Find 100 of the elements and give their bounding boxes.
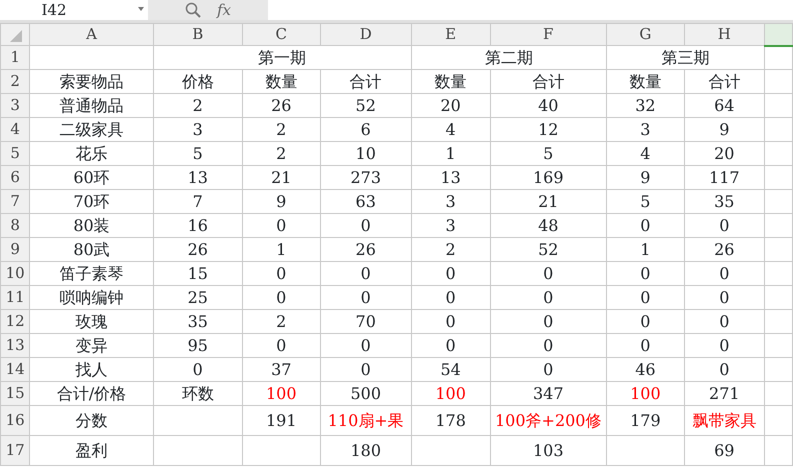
table-cell: 唢呐编钟 (30, 286, 154, 310)
table-cell: 26 (320, 238, 412, 262)
row-header[interactable]: 5 (0, 142, 30, 166)
column-header[interactable]: A (30, 24, 154, 46)
column-header[interactable]: E (411, 24, 490, 46)
table-cell: 2 (242, 142, 320, 166)
table-cell: 0 (320, 358, 412, 382)
table-cell: 0 (490, 334, 606, 358)
table-cell: 52 (320, 94, 412, 118)
zoom-icon[interactable] (184, 2, 201, 18)
table-cell: 20 (684, 142, 764, 166)
table-cell: 95 (153, 334, 242, 358)
table-cell: 2 (242, 310, 320, 334)
table-cell: 4 (606, 142, 684, 166)
table-cell: 索要物品 (30, 70, 154, 94)
table-cell: 52 (490, 238, 606, 262)
table-cell: 0 (684, 286, 764, 310)
table-cell: 0 (153, 358, 242, 382)
table-cell: 0 (684, 310, 764, 334)
caret-icon (138, 7, 144, 11)
row-header[interactable]: 11 (0, 286, 30, 310)
table-cell: 0 (242, 214, 320, 238)
row-header[interactable]: 8 (0, 214, 30, 238)
table-cell: 100 (411, 382, 490, 406)
table-cell: 273 (320, 166, 412, 190)
row-header[interactable]: 2 (0, 70, 30, 94)
table-cell: 0 (684, 214, 764, 238)
table-cell: 21 (490, 190, 606, 214)
table-cell: 100 (242, 382, 320, 406)
row-header[interactable]: 15 (0, 382, 30, 406)
table-cell: 271 (684, 382, 764, 406)
row-header[interactable]: 10 (0, 262, 30, 286)
table-cell: 100斧+200修 (490, 406, 606, 436)
row-header[interactable]: 3 (0, 94, 30, 118)
table-cell: 0 (411, 310, 490, 334)
table-cell: 找人 (30, 358, 154, 382)
table-cell: 48 (490, 214, 606, 238)
table-cell: 13 (411, 166, 490, 190)
table-cell: 103 (490, 436, 606, 466)
row-header[interactable]: 12 (0, 310, 30, 334)
row-header[interactable]: 7 (0, 190, 30, 214)
table-cell: 0 (684, 358, 764, 382)
column-header[interactable]: H (684, 24, 764, 46)
table-cell: 1 (411, 142, 490, 166)
row-header[interactable]: 14 (0, 358, 30, 382)
table-cell: 玫瑰 (30, 310, 154, 334)
row-header[interactable]: 16 (0, 406, 30, 436)
row-header[interactable]: 13 (0, 334, 30, 358)
table-cell: 3 (153, 118, 242, 142)
function-button[interactable]: fx (216, 0, 231, 22)
table-cell: 69 (684, 436, 764, 466)
table-cell: 20 (411, 94, 490, 118)
table-cell: 0 (242, 334, 320, 358)
table-cell: 2 (242, 118, 320, 142)
row-header[interactable]: 6 (0, 166, 30, 190)
column-header[interactable]: D (320, 24, 412, 46)
row-header[interactable]: 1 (0, 46, 30, 70)
table-cell: 0 (684, 262, 764, 286)
row-header[interactable]: 4 (0, 118, 30, 142)
merged-cell: 第一期 (153, 46, 412, 70)
table-cell: 9 (606, 166, 684, 190)
table-cell: 5 (606, 190, 684, 214)
table-cell: 0 (684, 334, 764, 358)
table-cell: 70环 (30, 190, 154, 214)
table-cell: 0 (606, 286, 684, 310)
table-cell: 5 (490, 142, 606, 166)
column-header[interactable]: C (242, 24, 320, 46)
table-cell: 0 (320, 262, 412, 286)
column-header[interactable]: B (153, 24, 242, 46)
table-cell: 64 (684, 94, 764, 118)
table-cell: 35 (684, 190, 764, 214)
column-header[interactable]: F (490, 24, 606, 46)
table-cell: 飘带家具 (684, 406, 764, 436)
table-cell: 13 (153, 166, 242, 190)
table-cell: 数量 (242, 70, 320, 94)
table-cell: 26 (242, 94, 320, 118)
table-cell: 46 (606, 358, 684, 382)
table-cell: 179 (606, 406, 684, 436)
table-cell: 191 (242, 406, 320, 436)
table-cell: 0 (606, 262, 684, 286)
merged-cell: 第二期 (411, 46, 606, 70)
table-cell: 合计/价格 (30, 382, 154, 406)
table-cell: 110扇+果 (320, 406, 412, 436)
table-cell: 0 (411, 334, 490, 358)
table-cell: 40 (490, 94, 606, 118)
table-cell: 4 (411, 118, 490, 142)
column-header[interactable]: G (606, 24, 684, 46)
table-cell: 0 (606, 310, 684, 334)
table-cell: 32 (606, 94, 684, 118)
table-cell: 0 (490, 358, 606, 382)
table-cell: 12 (490, 118, 606, 142)
table-cell: 10 (320, 142, 412, 166)
merged-cell: 第三期 (606, 46, 764, 70)
table-cell: 3 (411, 190, 490, 214)
row-header[interactable]: 17 (0, 436, 30, 466)
table-cell: 环数 (153, 382, 242, 406)
row-header[interactable]: 9 (0, 238, 30, 262)
table-cell: 0 (411, 262, 490, 286)
table-cell: 花乐 (30, 142, 154, 166)
table-cell: 2 (153, 94, 242, 118)
